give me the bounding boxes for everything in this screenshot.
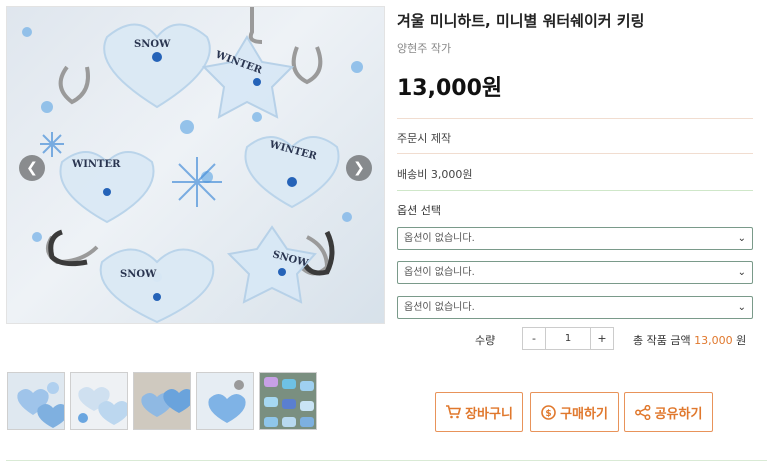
prev-image-button[interactable]: ❮: [19, 155, 45, 181]
product-main-image[interactable]: SNOW WINTER WINTER WINTER SNOW SNOW ❮ ❯: [6, 6, 385, 324]
quantity-label: 수량: [475, 334, 496, 347]
chevron-down-icon: ⌄: [737, 233, 746, 244]
made-to-order-text: 주문시 제작: [397, 132, 452, 145]
keychain-label: SNOW: [134, 39, 171, 50]
thumbnail-2[interactable]: [70, 372, 128, 430]
divider: [397, 153, 753, 154]
option-header: 옵션 선택: [397, 204, 441, 217]
buy-label: 구매하기: [560, 406, 608, 422]
cart-icon: [446, 405, 462, 419]
total-amount: 13,000: [694, 334, 733, 347]
option-select-value: 옵션이 없습니다.: [404, 267, 475, 278]
next-image-button[interactable]: ❯: [346, 155, 372, 181]
thumbnail-1[interactable]: [7, 372, 65, 430]
option-select-value: 옵션이 없습니다.: [404, 302, 475, 313]
divider: [397, 190, 753, 191]
divider: [397, 118, 753, 119]
chevron-down-icon: ⌄: [737, 302, 746, 313]
thumbnail-strip: [7, 372, 317, 430]
chevron-left-icon: ❮: [26, 160, 38, 176]
chevron-right-icon: ❯: [353, 160, 365, 176]
share-label: 공유하기: [654, 406, 703, 422]
chevron-down-icon: ⌄: [737, 267, 746, 278]
quantity-minus-button[interactable]: -: [523, 328, 545, 349]
coin-icon: $: [541, 404, 556, 420]
quantity-stepper: - 1 +: [522, 327, 614, 350]
keychain-label: WINTER: [71, 159, 121, 170]
artist-name[interactable]: 양현주 작가: [397, 40, 451, 56]
bottom-divider: [6, 460, 767, 461]
buy-now-button[interactable]: $ 구매하기: [530, 392, 619, 432]
share-icon: [634, 404, 651, 420]
quantity-input[interactable]: 1: [545, 328, 591, 349]
option-select-3[interactable]: 옵션이 없습니다. ⌄: [397, 296, 753, 319]
keychain-label: SNOW: [120, 269, 157, 280]
thumbnail-5[interactable]: [259, 372, 317, 430]
total-unit: 원: [736, 334, 747, 347]
quantity-plus-button[interactable]: +: [591, 328, 613, 349]
product-price: 13,000원: [397, 76, 503, 101]
shipping-fee: 배송비 3,000원: [397, 168, 473, 181]
option-select-2[interactable]: 옵션이 없습니다. ⌄: [397, 261, 753, 284]
cart-label: 장바구니: [465, 406, 513, 422]
option-select-1[interactable]: 옵션이 없습니다. ⌄: [397, 227, 753, 250]
total-price: 총 작품 금액 13,000 원: [633, 332, 746, 348]
share-button[interactable]: 공유하기: [624, 392, 713, 432]
svg-text:$: $: [545, 409, 551, 419]
product-title: 겨울 미니하트, 미니별 워터쉐이커 키링: [397, 12, 645, 30]
thumbnail-4[interactable]: [196, 372, 254, 430]
option-select-value: 옵션이 없습니다.: [404, 233, 475, 244]
add-to-cart-button[interactable]: 장바구니: [435, 392, 523, 432]
keychain-photo: SNOW WINTER WINTER WINTER SNOW SNOW: [22, 7, 363, 323]
total-label: 총 작품 금액: [633, 334, 691, 347]
thumbnail-3[interactable]: [133, 372, 191, 430]
